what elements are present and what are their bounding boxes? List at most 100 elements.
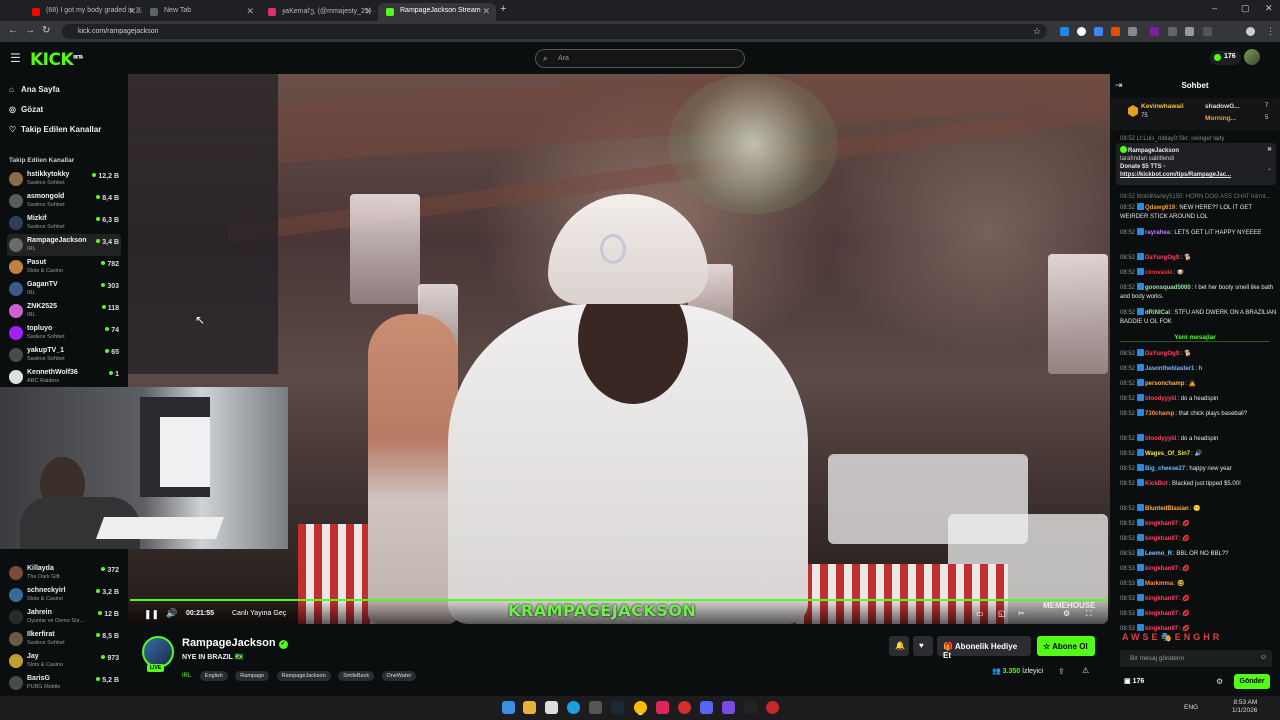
message-username[interactable]: rayrahea [1145, 230, 1170, 236]
go-live-button[interactable]: Canlı Yayına Geç [232, 610, 286, 617]
app-icon[interactable] [722, 701, 735, 714]
tag[interactable]: SmileBack [338, 671, 375, 681]
edge-icon[interactable] [567, 701, 580, 714]
message-username[interactable]: cinovaski [1145, 270, 1172, 276]
emoji-icon[interactable]: ☺ [1260, 654, 1267, 661]
message-username[interactable]: kingkhan97 [1145, 611, 1178, 617]
sidebar-channel-item[interactable]: yakupTV_1 Sadece Sohbet 65 [7, 344, 121, 366]
clip-icon[interactable]: ✂ [1018, 609, 1025, 618]
kick-logo[interactable]: KICKBETA [30, 50, 83, 70]
extension-icon[interactable] [1128, 27, 1137, 36]
message-username[interactable]: personchamp [1145, 381, 1184, 387]
browser-tab-youtube[interactable]: (68) I got my body graded in 🇧 ✕ [24, 3, 142, 21]
download-icon[interactable] [1185, 27, 1194, 36]
extension-icon[interactable] [1168, 27, 1177, 36]
tag[interactable]: English [199, 671, 228, 681]
notification-bell-button[interactable]: 🔔 [889, 636, 909, 656]
chevron-down-icon[interactable]: ⌄ [1267, 165, 1272, 173]
sidebar-item-browse[interactable]: ◎ Gözat [9, 105, 43, 114]
message-username[interactable]: BluntedBlasian [1145, 506, 1189, 512]
sidebar-channel-item[interactable]: asmongold Sadece Sohbet 8,4 B [7, 190, 121, 212]
message-username[interactable]: dRiNICal [1145, 310, 1170, 316]
profile-avatar[interactable] [1246, 27, 1255, 36]
back-icon[interactable]: ← [8, 26, 18, 36]
menu-dots-icon[interactable]: ⋮ [1266, 26, 1275, 36]
sidebar-channel-item[interactable]: schneckyirl Slots & Casino 3,2 B [7, 584, 121, 606]
sidebar-channel-item[interactable]: Killayda The Dark Gift 372 [7, 562, 121, 584]
close-window-icon[interactable]: ✕ [1265, 3, 1273, 14]
tag[interactable]: OneWater [381, 671, 417, 681]
gift-subscription-button[interactable]: 🎁 Abonelik Hediye Et [937, 636, 1031, 660]
app-icon[interactable] [744, 701, 757, 714]
chrome-icon[interactable] [634, 701, 647, 714]
url-bar[interactable]: kick.com/rampagejackson [62, 24, 1047, 39]
message-username[interactable]: goonsquad5000 [1145, 285, 1191, 291]
message-username[interactable]: bloodyyyiii [1145, 396, 1176, 402]
steam-icon[interactable] [611, 701, 624, 714]
search-input[interactable]: ⌕ Ara [535, 49, 745, 68]
extension-icon[interactable] [1111, 27, 1120, 36]
share-icon[interactable]: ⇪ [1058, 667, 1065, 676]
bookmark-star-icon[interactable]: ☆ [1033, 26, 1041, 36]
sidebar-channel-item[interactable]: ZNK2525 IRL 118 [7, 300, 121, 322]
volume-icon[interactable]: 🔊 [166, 608, 177, 619]
sidebar-channel-item[interactable]: Jahrein Oyunlar ve Demo Sür... 12 B [7, 606, 121, 628]
points-badge[interactable]: 176 [1210, 51, 1241, 65]
app-icon[interactable] [589, 701, 602, 714]
message-username[interactable]: DaYungOgS [1145, 351, 1180, 357]
message-username[interactable]: kingkhan97 [1145, 596, 1178, 602]
extension-icon[interactable] [1094, 27, 1103, 36]
app-icon[interactable] [678, 701, 691, 714]
extension-icon[interactable] [1150, 27, 1159, 36]
message-username[interactable]: Qdawg619 [1145, 205, 1175, 211]
unpin-icon[interactable]: ✖ [1267, 146, 1272, 154]
language-indicator[interactable]: ENG [1184, 704, 1198, 711]
app-icon[interactable] [545, 701, 558, 714]
sidebar-channel-item[interactable]: KennethWolf36 ARC Raiders 1 [7, 366, 121, 388]
sidebar-item-home[interactable]: ⌂ Ana Sayfa [9, 85, 60, 94]
sidebar-channel-item[interactable]: GaganTV IRL 303 [7, 278, 121, 300]
hamburger-menu-icon[interactable]: ☰ [10, 51, 21, 65]
message-username[interactable]: kingkhan97 [1145, 566, 1178, 572]
send-button[interactable]: Gönder [1234, 674, 1270, 689]
discord-icon[interactable] [700, 701, 713, 714]
start-icon[interactable] [502, 701, 515, 714]
pinned-link[interactable]: https://kickbot.com/tips/RampageJac... [1120, 171, 1272, 179]
sidebar-channel-item[interactable]: Jay Slots & Casino 973 [7, 650, 121, 672]
message-username[interactable]: Markmma [1145, 581, 1173, 587]
message-username[interactable]: Jasontheblaster1 [1145, 366, 1194, 372]
leader-name[interactable]: shadowG... [1205, 103, 1240, 110]
category-link[interactable]: IRL [182, 673, 191, 679]
browser-tab-kick[interactable]: RampageJackson Stream ✕ [378, 3, 496, 21]
sidebar-channel-item[interactable]: topluyo Sadece Sohbet 74 [7, 322, 121, 344]
close-icon[interactable]: ✕ [364, 6, 372, 17]
sidebar-channel-item[interactable]: BarisG PUBG Mobile 5,2 B [7, 672, 121, 694]
subscribe-button[interactable]: ☆ Abone Ol [1037, 636, 1095, 656]
close-icon[interactable]: ✕ [482, 6, 490, 17]
leader-name[interactable]: Kevinwhawaii [1141, 103, 1184, 110]
close-icon[interactable]: ✕ [246, 6, 254, 17]
pip-icon[interactable]: ◱ [998, 609, 1006, 618]
chat-settings-icon[interactable]: ⚙ [1216, 677, 1223, 686]
app-icon[interactable] [766, 701, 779, 714]
clock[interactable]: 8:53 AM 1/1/2026 [1232, 699, 1257, 715]
pause-icon[interactable]: ❚❚ [144, 609, 159, 620]
extension-icon[interactable] [1060, 27, 1069, 36]
emote-strip[interactable]: AWSE🎭ENGHR [1122, 632, 1222, 643]
extensions-puzzle-icon[interactable] [1203, 27, 1212, 36]
chat-input[interactable]: Bir mesaj gönderin ☺ [1120, 650, 1272, 667]
close-icon[interactable]: ✕ [128, 6, 136, 17]
message-username[interactable]: bloodyyyiii [1145, 436, 1176, 442]
sidebar-channel-item[interactable]: RampageJackson IRL 3,4 B [7, 234, 121, 256]
report-icon[interactable]: ⚠ [1082, 666, 1089, 675]
user-avatar[interactable] [1244, 49, 1260, 65]
sidebar-channel-item[interactable]: Pasut Slots & Casino 782 [7, 256, 121, 278]
chat-points[interactable]: ▣ 176 [1124, 677, 1144, 685]
sidebar-channel-item[interactable]: Mizkif Sadece Sohbet 6,3 B [7, 212, 121, 234]
pinned-user[interactable]: RampageJackson [1128, 148, 1179, 154]
message-username[interactable]: Big_cheese27 [1145, 466, 1185, 472]
sidebar-item-following[interactable]: ♡ Takip Edilen Kanallar [9, 125, 101, 134]
channel-name[interactable]: RampageJackson ✓ [182, 637, 288, 649]
message-username[interactable]: Wages_Of_Sin7 [1145, 451, 1190, 457]
sidebar-channel-item[interactable]: Ilkerfirat Sadece Sohbet 8,5 B [7, 628, 121, 650]
